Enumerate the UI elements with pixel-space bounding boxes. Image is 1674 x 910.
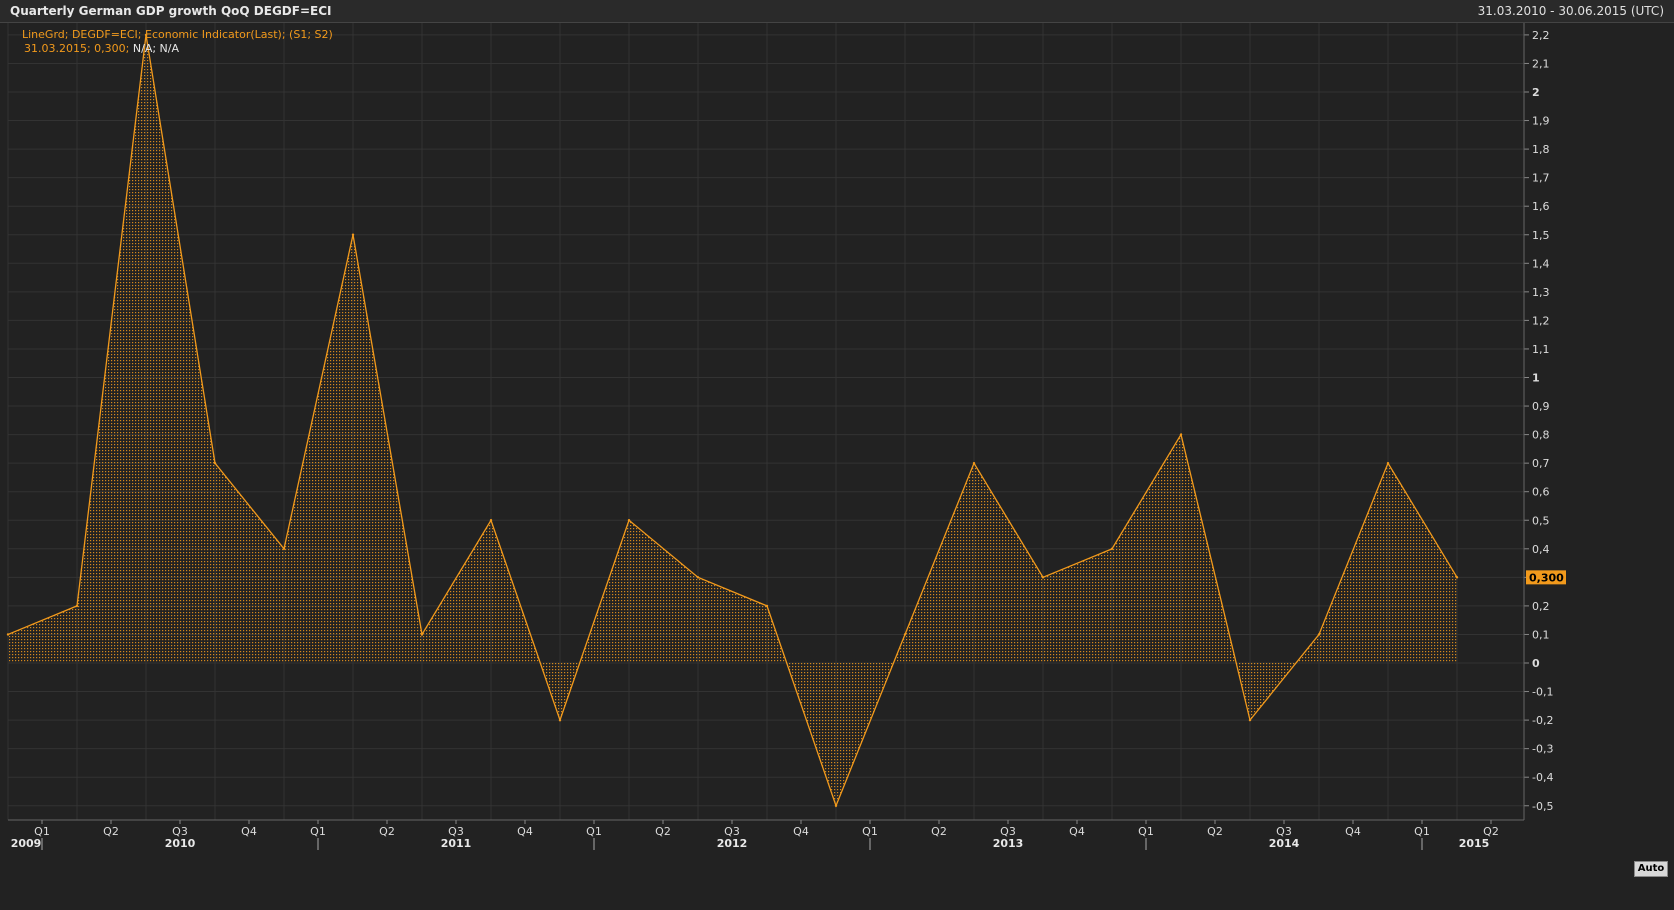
- chart-svg: 2,2 2,1 2 1,9 1,8 1,7 1,6 1,5 1,4 1,3 1,2 1,1 1 0,9 0,…: [6, 22, 1566, 850]
- x-tick-label: Q4: [241, 825, 257, 838]
- y-tick-label: 1,7: [1532, 172, 1550, 185]
- year-label: 2015: [1459, 837, 1490, 850]
- y-tick-label: 0,9: [1532, 400, 1550, 413]
- legend-value-prefix: 31.03.2015; 0,300;: [24, 42, 130, 55]
- y-tick-label: 0,8: [1532, 429, 1550, 442]
- grid-layer: [7, 22, 1524, 820]
- y-tick-label: 1,5: [1532, 229, 1550, 242]
- auto-scale-button[interactable]: Auto: [1634, 861, 1668, 877]
- series-point: [1248, 718, 1252, 722]
- y-tick-label: 0,4: [1532, 543, 1550, 556]
- year-label: 2011: [441, 837, 472, 850]
- x-tick-label: Q4: [1345, 825, 1361, 838]
- y-tick-label: -0,3: [1532, 743, 1553, 756]
- series-point: [489, 519, 493, 522]
- x-tick-label: Q2: [1207, 825, 1223, 838]
- y-tick-label: 0,7: [1532, 457, 1550, 470]
- y-tick-label: -0,4: [1532, 771, 1553, 784]
- y-tick-label: 0,1: [1532, 628, 1550, 641]
- y-tick-label: 2,1: [1532, 57, 1550, 70]
- y-tick-label: 0,5: [1532, 514, 1550, 527]
- series-point: [1386, 461, 1390, 465]
- y-tick-label: 0,6: [1532, 486, 1550, 499]
- x-tick-label: Q1: [862, 825, 878, 838]
- series-point: [351, 233, 355, 236]
- chart-title: Quarterly German GDP growth QoQ DEGDF=EC…: [10, 4, 332, 18]
- series-point: [558, 718, 562, 722]
- x-tick-label: Q4: [517, 825, 533, 838]
- x-tick-label: Q1: [1414, 825, 1430, 838]
- series-point: [972, 461, 976, 465]
- y-tick-label: -0,5: [1532, 800, 1553, 813]
- x-tick-label: Q2: [103, 825, 119, 838]
- y-tick-label: -0,1: [1532, 686, 1553, 699]
- current-value-label: 0,300: [1529, 571, 1564, 584]
- series-point: [1110, 547, 1114, 550]
- series-point: [213, 461, 217, 465]
- series-point: [75, 604, 79, 608]
- x-tick-label: Q4: [793, 825, 809, 838]
- series-point: [696, 576, 700, 579]
- series-point: [903, 633, 907, 636]
- year-label: 2009: [11, 837, 42, 850]
- series-point: [6, 633, 10, 636]
- series-point: [420, 633, 424, 636]
- series-point: [282, 547, 286, 550]
- date-range: 31.03.2010 - 30.06.2015 (UTC): [1477, 4, 1664, 18]
- y-tick-label: 2,2: [1532, 29, 1550, 42]
- series-point: [1455, 576, 1459, 579]
- y-tick-label: 1,6: [1532, 200, 1550, 213]
- x-tick-label: Q2: [379, 825, 395, 838]
- y-tick-label: 1,1: [1532, 343, 1550, 356]
- x-tick-label: Q4: [1069, 825, 1085, 838]
- series-point: [1041, 576, 1045, 579]
- legend-value-suffix: N/A; N/A: [132, 42, 180, 55]
- x-tick-label: Q1: [1138, 825, 1154, 838]
- y-tick-label: 0,2: [1532, 600, 1550, 613]
- y-tick-label: 1: [1532, 372, 1540, 385]
- series-point: [834, 804, 838, 807]
- legend: LineGrd; DEGDF=ECI; Economic Indicator(L…: [22, 28, 333, 56]
- year-label: 2014: [1269, 837, 1300, 850]
- legend-value-line: 31.03.2015; 0,300; N/A; N/A: [22, 42, 333, 56]
- x-tick-label: Q2: [655, 825, 671, 838]
- y-tick-label: 1,3: [1532, 286, 1550, 299]
- year-label: 2010: [165, 837, 196, 850]
- y-tick-label: 1,8: [1532, 143, 1550, 156]
- y-tick-label: 2: [1532, 86, 1540, 99]
- y-tick-label: 1,9: [1532, 115, 1550, 128]
- y-tick-label: 1,4: [1532, 257, 1550, 270]
- y-tick-label: 0: [1532, 657, 1540, 670]
- series-point: [1317, 633, 1321, 636]
- series-point: [765, 604, 769, 608]
- x-tick-label: Q1: [586, 825, 602, 838]
- year-label: 2013: [993, 837, 1024, 850]
- x-tick-label: Q1: [310, 825, 326, 838]
- plot-background: [8, 22, 1524, 820]
- year-label: 2012: [717, 837, 748, 850]
- series-point: [627, 519, 631, 522]
- title-bar: Quarterly German GDP growth QoQ DEGDF=EC…: [0, 0, 1674, 23]
- series-point: [1179, 433, 1183, 436]
- chart-window: 2,2 2,1 2 1,9 1,8 1,7 1,6 1,5 1,4 1,3 1,2 1,1 1 0,9 0,…: [0, 0, 1674, 910]
- x-tick-label: Q2: [931, 825, 947, 838]
- y-tick-label: -0,2: [1532, 714, 1553, 727]
- y-tick-label: 1,2: [1532, 314, 1550, 327]
- legend-series-line: LineGrd; DEGDF=ECI; Economic Indicator(L…: [22, 28, 333, 41]
